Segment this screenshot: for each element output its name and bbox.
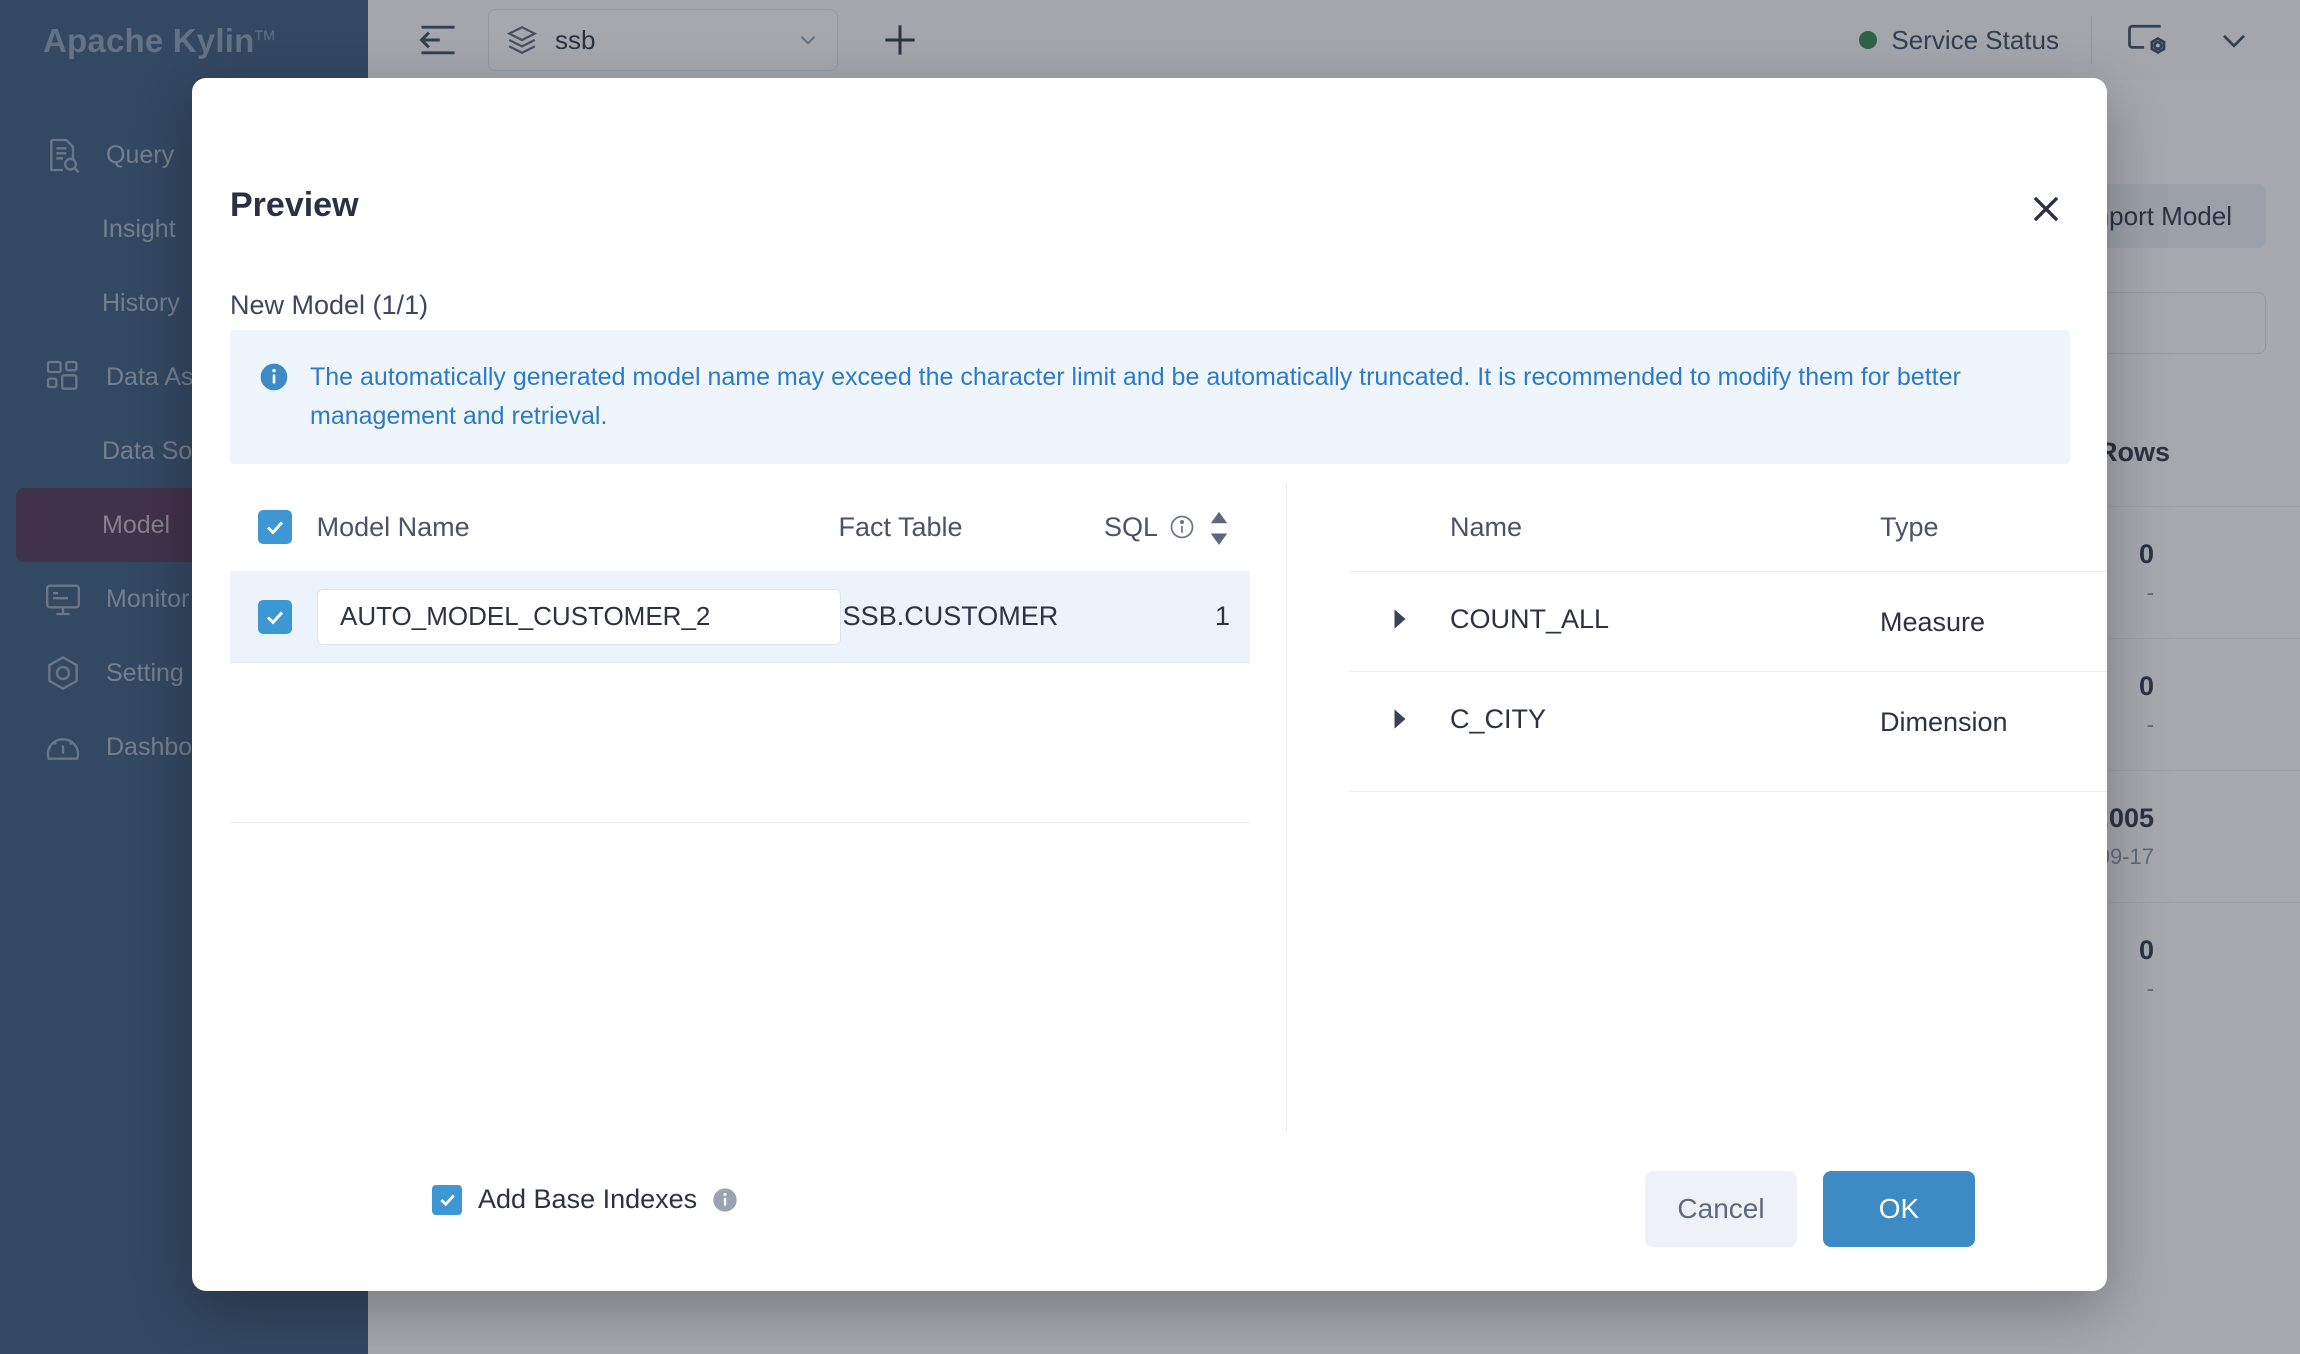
sort-icon[interactable] [1208,510,1230,544]
select-all-checkbox-cell [230,510,317,544]
detail-type-cell: Dimension [1880,672,2030,740]
sql-count-cell: 1 [1110,601,1250,632]
modal-subtitle: New Model (1/1) [230,290,428,321]
model-detail-header: Name Type [1350,483,2107,571]
info-alert-text: The automatically generated model name m… [310,358,2036,436]
row-checkbox-cell [230,600,317,634]
column-header-fact-table: Fact Table [838,512,1104,543]
column-header-sql-label: SQL [1104,512,1158,543]
fact-table-cell: SSB.CUSTOMER [843,601,1110,632]
expand-caret-icon[interactable] [1350,572,1450,630]
column-header-name: Name [1450,512,1880,543]
column-header-type: Type [1880,509,2030,545]
add-base-indexes-label: Add Base Indexes [478,1184,697,1215]
info-alert: The automatically generated model name m… [230,330,2070,464]
modal-panes: Model Name Fact Table SQL [230,483,2107,1161]
detail-type-cell: Measure [1880,572,2030,640]
caret-spacer [1350,509,1450,545]
model-detail-spacer [1350,791,2107,809]
modal-title: Preview [230,186,359,225]
preview-modal: Preview New Model (1/1) The automaticall… [192,78,2107,1291]
select-all-checkbox[interactable] [258,510,292,544]
model-list-spacer [230,663,1250,823]
table-row[interactable]: COUNT_ALL Measure [1350,571,2107,671]
modal-footer: Add Base Indexes Cancel OK [192,1111,2107,1291]
model-list-table: Model Name Fact Table SQL [230,483,1250,823]
pane-divider [1286,483,1287,1131]
add-base-indexes-option[interactable]: Add Base Indexes [432,1184,739,1215]
model-name-cell [317,589,843,645]
column-header-sql[interactable]: SQL [1104,510,1250,544]
table-row[interactable]: SSB.CUSTOMER 1 [230,571,1250,663]
model-detail-table: Name Type COUNT_ALL Measure C_CITY Dimen… [1350,483,2107,809]
info-icon[interactable] [1168,513,1196,541]
close-icon[interactable] [2027,190,2065,228]
info-icon[interactable] [711,1186,739,1214]
info-icon [258,361,290,393]
ok-button[interactable]: OK [1823,1171,1975,1247]
app-root: Apache KylinTM Query Insight [0,0,2300,1354]
table-row[interactable]: C_CITY Dimension [1350,671,2107,791]
row-checkbox[interactable] [258,600,292,634]
expand-caret-icon[interactable] [1350,672,1450,730]
column-header-model-name: Model Name [317,512,839,543]
model-name-input[interactable] [317,589,841,645]
detail-name-cell: COUNT_ALL [1450,572,1880,635]
add-base-indexes-checkbox[interactable] [432,1185,462,1215]
detail-name-cell: C_CITY [1450,672,1880,735]
model-list-header: Model Name Fact Table SQL [230,483,1250,571]
cancel-button[interactable]: Cancel [1645,1171,1797,1247]
